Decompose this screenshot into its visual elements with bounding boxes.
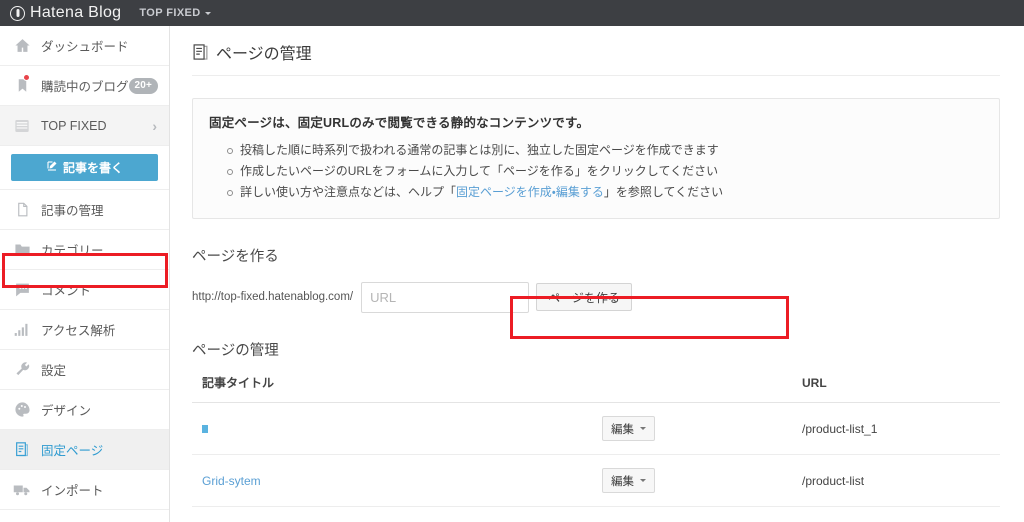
page-title-link[interactable] [202,425,208,434]
table-row: Grid-sytem 編集 /product-list [192,454,1000,507]
sidebar-item-subscriptions[interactable]: 購読中のブログ 20+ [0,66,169,106]
sidebar-item-blog[interactable]: TOP FIXED › [0,106,169,146]
sidebar-item-comments[interactable]: コメント [0,270,169,310]
pages-table-body: 編集 /product-list_1 Grid-sytem 編集 /produc… [192,402,1000,507]
sidebar-item-label: 固定ページ [41,444,104,458]
hatena-blog-logo[interactable]: Hatena Blog [10,5,121,21]
sidebar: ダッシュボード 購読中のブログ 20+ TOP FIXED › 記事を書く 記事… [0,26,170,522]
edit-dropdown-button[interactable]: 編集 [602,416,655,441]
palette-icon [12,400,32,420]
cell-title: Grid-sytem [192,454,592,507]
page-title-link[interactable]: Grid-sytem [202,474,261,488]
sidebar-item-blog-members[interactable]: ブログメンバー [0,510,169,522]
sidebar-item-access-analysis[interactable]: アクセス解析 [0,310,169,350]
edit-button-label: 編集 [611,423,634,436]
sidebar-item-entries[interactable]: 記事の管理 [0,190,169,230]
pencil-square-icon [46,160,58,175]
caret-down-icon [640,479,646,482]
cell-title [192,402,592,455]
global-header: Hatena Blog TOP FIXED [0,0,1024,26]
info-text-before: 詳しい使い方や注意点などは、ヘルプ「 [240,185,457,199]
sidebar-item-label: ダッシュボード [41,40,129,54]
create-page-button[interactable]: ページを作る [536,283,632,311]
column-header-title: 記事タイトル [192,374,592,403]
sidebar-item-design[interactable]: デザイン [0,390,169,430]
write-entry-label: 記事を書く [62,161,123,175]
sidebar-item-label: コメント [41,284,92,298]
url-prefix-label: http://top-fixed.hatenablog.com/ [192,291,354,303]
edit-dropdown-button[interactable]: 編集 [602,468,655,493]
create-page-form: http://top-fixed.hatenablog.com/ ページを作る [192,281,1000,313]
info-text-after: 」を参照してください [603,185,724,199]
url-input[interactable] [361,281,530,313]
sidebar-item-label: 記事の管理 [41,204,104,218]
sidebar-item-label: インポート [41,484,104,498]
edit-button-label: 編集 [611,475,634,488]
hatena-logo-icon [10,5,25,21]
sidebar-item-label: アクセス解析 [41,324,116,338]
table-row: 編集 /product-list_1 [192,402,1000,455]
table-header-row: 記事タイトル URL [192,374,1000,403]
sidebar-item-import[interactable]: インポート [0,470,169,510]
help-link[interactable]: 固定ページを作成・編集する [456,185,604,199]
sidebar-item-fixed-pages[interactable]: 固定ページ [0,430,169,470]
hatena-blog-logo-text: Hatena Blog [30,4,122,21]
create-page-heading: ページを作る [192,249,279,265]
cell-url: /product-list [792,454,1000,507]
subscription-count-badge: 20+ [128,77,159,94]
write-entry-container: 記事を書く [0,146,169,190]
page-title: ページの管理 [192,40,1000,76]
caret-down-icon [640,427,646,430]
info-box-item: 作成したいページのURLをフォームに入力して「ページを作る」をクリックしてくださ… [227,161,983,182]
sidebar-item-label: 購読中のブログ [41,80,129,94]
main-content: ページの管理 固定ページは、固定URLのみで閲覧できる静的なコンテンツです。 投… [170,26,1024,522]
manage-pages-heading: ページの管理 [192,343,279,359]
truck-icon [12,480,32,500]
pages-table: 記事タイトル URL 編集 /product-list_1 Grid-sytem… [192,374,1000,507]
document-icon [12,200,32,220]
sidebar-item-settings[interactable]: 設定 [0,350,169,390]
home-icon [12,36,32,56]
cell-edit: 編集 [592,454,792,507]
notification-dot-icon [23,74,30,81]
blog-switcher-dropdown[interactable]: TOP FIXED [139,7,211,19]
cell-url: /product-list_1 [792,402,1000,455]
chevron-right-icon: › [152,117,157,134]
sidebar-item-label: 設定 [41,364,67,378]
bar-chart-icon [12,320,32,340]
folder-icon [12,240,32,260]
info-box-item: 詳しい使い方や注意点などは、ヘルプ「固定ページを作成・編集する」を参照してくださ… [227,182,983,203]
blog-switcher-label: TOP FIXED [139,7,201,19]
blog-icon [12,116,32,136]
comment-icon [12,280,32,300]
app-shell: ダッシュボード 購読中のブログ 20+ TOP FIXED › 記事を書く 記事… [0,26,1024,522]
pages-table-head: 記事タイトル URL [192,374,1000,403]
cell-edit: 編集 [592,402,792,455]
info-box: 固定ページは、固定URLのみで閲覧できる静的なコンテンツです。 投稿した順に時系… [192,98,1000,219]
sidebar-item-categories[interactable]: カテゴリー [0,230,169,270]
write-entry-button[interactable]: 記事を書く [11,154,158,181]
sidebar-item-dashboard[interactable]: ダッシュボード [0,26,169,66]
info-box-item: 投稿した順に時系列で扱われる通常の記事とは別に、独立した固定ページを作成できます [227,140,983,161]
page-title-text: ページの管理 [216,46,312,63]
info-box-list: 投稿した順に時系列で扱われる通常の記事とは別に、独立した固定ページを作成できます… [209,140,983,203]
page-manage-icon [192,43,209,61]
fixed-page-icon [12,440,32,460]
sidebar-item-label: カテゴリー [41,244,104,258]
column-header-edit [592,374,792,403]
column-header-url: URL [792,374,1000,403]
wrench-icon [12,360,32,380]
info-box-heading: 固定ページは、固定URLのみで閲覧できる静的なコンテンツです。 [209,116,590,130]
sidebar-item-label: TOP FIXED [41,118,107,133]
sidebar-item-label: デザイン [41,404,92,418]
caret-down-icon [204,11,211,15]
